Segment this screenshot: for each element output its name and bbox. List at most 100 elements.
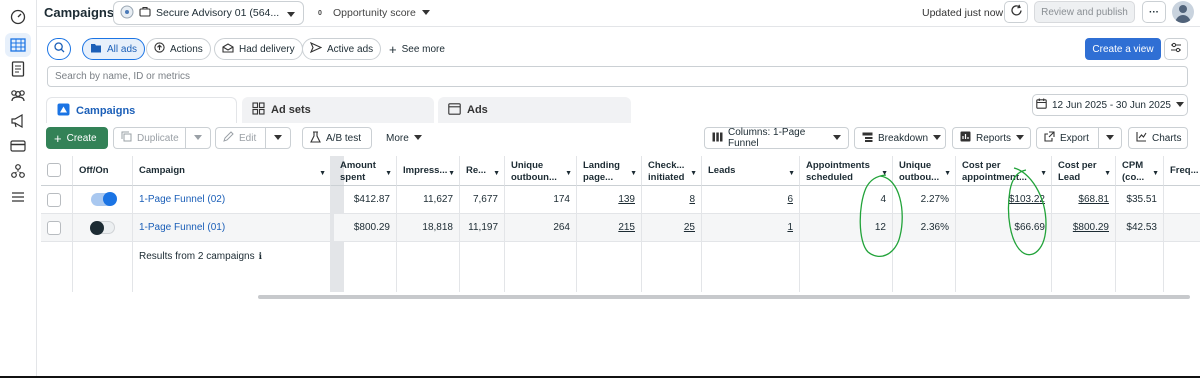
- columns-dropdown[interactable]: Columns: 1-Page Funnel: [704, 127, 849, 149]
- cpm-cell: $35.51: [1116, 186, 1164, 214]
- account-selector[interactable]: Secure Advisory 01 (564...: [113, 1, 304, 25]
- audience-icon[interactable]: [9, 86, 27, 104]
- more-menu[interactable]: More: [379, 127, 429, 149]
- summary-cell: [702, 242, 800, 292]
- row-checkbox[interactable]: [47, 192, 61, 207]
- export-dropdown[interactable]: [1098, 127, 1122, 149]
- opportunity-score-dropdown[interactable]: 0 Opportunity score: [313, 4, 430, 22]
- col-header-unique-outbound-ctr-label: Unique outbou...: [899, 160, 940, 183]
- col-header-landing-page[interactable]: Landing page... ▼: [577, 156, 642, 186]
- cost-per-appointment-cell: $66.69: [956, 214, 1052, 242]
- cost-per-appointment-link[interactable]: $103.22: [1009, 194, 1045, 205]
- checkouts-cell: 8: [642, 186, 702, 214]
- col-header-appointments[interactable]: Appointments scheduled ▼: [800, 156, 893, 186]
- see-more-filters[interactable]: + See more: [382, 38, 452, 60]
- frequency-cell: [1164, 214, 1200, 242]
- create-button[interactable]: + Create: [46, 127, 108, 149]
- summary-cell: [1052, 242, 1116, 292]
- chevron-down-icon: ▼: [1104, 170, 1111, 177]
- chevron-down-icon: ▼: [690, 170, 697, 177]
- document-icon[interactable]: [9, 60, 27, 78]
- select-all-checkbox[interactable]: [47, 163, 61, 177]
- checkouts-link[interactable]: 25: [684, 222, 695, 233]
- edit-dropdown[interactable]: [265, 127, 291, 149]
- campaign-toggle-off[interactable]: [89, 221, 115, 235]
- info-icon[interactable]: ℹ: [259, 251, 262, 262]
- tab-ads[interactable]: Ads: [438, 97, 631, 123]
- charts-button[interactable]: Charts: [1128, 127, 1188, 149]
- row-checkbox[interactable]: [47, 220, 61, 235]
- columns-label: Columns: 1-Page Funnel: [728, 127, 806, 149]
- cost-per-lead-link[interactable]: $800.29: [1073, 222, 1109, 233]
- leads-link[interactable]: 1: [787, 222, 793, 233]
- landing-page-link[interactable]: 139: [618, 194, 635, 205]
- create-label: Create: [66, 132, 97, 144]
- duplicate-button[interactable]: Duplicate: [113, 127, 185, 149]
- tab-ad-sets[interactable]: Ad sets: [242, 97, 434, 123]
- horizontal-scrollbar[interactable]: [258, 295, 1190, 299]
- col-header-offon[interactable]: Off/On: [73, 156, 133, 186]
- hamburger-menu-icon[interactable]: [9, 188, 27, 206]
- summary-spacer: [41, 242, 73, 292]
- folder-icon: [90, 43, 102, 56]
- breakdown-dropdown[interactable]: Breakdown: [854, 127, 946, 149]
- col-header-cost-per-appointment[interactable]: Cost per appointment... ▼: [956, 156, 1052, 186]
- col-header-amount-spent[interactable]: Amount spent ▼: [334, 156, 397, 186]
- col-header-campaign[interactable]: Campaign ▼: [133, 156, 331, 186]
- megaphone-icon[interactable]: [9, 112, 27, 130]
- col-header-reach[interactable]: Re... ▼: [460, 156, 505, 186]
- col-header-impressions[interactable]: Impress... ▼: [397, 156, 460, 186]
- account-name: Secure Advisory 01 (564...: [156, 7, 280, 19]
- breakdown-icon: [862, 132, 873, 145]
- date-range-picker[interactable]: 12 Jun 2025 - 30 Jun 2025: [1032, 94, 1188, 116]
- table-icon[interactable]: [5, 33, 31, 57]
- leads-link[interactable]: 6: [787, 194, 793, 205]
- duplicate-dropdown[interactable]: [185, 127, 211, 149]
- filter-actions[interactable]: Actions: [146, 38, 211, 60]
- create-view-button[interactable]: Create a view: [1085, 38, 1161, 60]
- billing-card-icon[interactable]: [9, 137, 27, 155]
- col-header-unique-outbound-ctr[interactable]: Unique outbou... ▼: [893, 156, 956, 186]
- col-header-unique-outbound[interactable]: Unique outboun... ▼: [505, 156, 577, 186]
- chevron-down-icon: ▼: [565, 170, 572, 177]
- chevron-down-icon: ▼: [385, 170, 392, 177]
- filter-had-delivery[interactable]: Had delivery: [214, 38, 303, 60]
- export-button[interactable]: Export: [1036, 127, 1098, 149]
- cost-per-lead-link[interactable]: $68.81: [1078, 194, 1109, 205]
- reports-icon: [960, 131, 971, 145]
- search-toggle-button[interactable]: [47, 38, 71, 60]
- row-select-cell: [41, 214, 73, 242]
- campaign-name-link[interactable]: 1-Page Funnel (01): [133, 214, 331, 242]
- campaign-name-link[interactable]: 1-Page Funnel (02): [133, 186, 331, 214]
- reports-dropdown[interactable]: Reports: [952, 127, 1031, 149]
- speedometer-icon[interactable]: [9, 8, 27, 26]
- opportunity-score-label: Opportunity score: [333, 7, 416, 19]
- network-icon[interactable]: [9, 162, 27, 180]
- ab-test-button[interactable]: A/B test: [302, 127, 372, 149]
- briefcase-icon: [139, 6, 151, 20]
- frequency-cell: [1164, 186, 1200, 214]
- checkouts-cell: 25: [642, 214, 702, 242]
- col-header-cost-per-lead[interactable]: Cost per Lead ▼: [1052, 156, 1116, 186]
- edit-button[interactable]: Edit: [215, 127, 265, 149]
- col-header-leads[interactable]: Leads ▼: [702, 156, 800, 186]
- checkouts-link[interactable]: 8: [689, 194, 695, 205]
- tab-campaigns[interactable]: Campaigns: [46, 97, 237, 123]
- search-input[interactable]: Search by name, ID or metrics: [47, 66, 1188, 87]
- filter-active-ads[interactable]: Active ads: [302, 38, 382, 60]
- chevron-down-icon: [1016, 133, 1025, 144]
- landing-page-link[interactable]: 215: [618, 222, 635, 233]
- campaign-toggle-on[interactable]: [90, 192, 117, 206]
- chevron-down-icon: ▼: [881, 170, 888, 177]
- refresh-button[interactable]: [1004, 1, 1028, 23]
- more-options-button[interactable]: ···: [1142, 1, 1166, 23]
- col-header-checkouts[interactable]: Check... initiated ▼: [642, 156, 702, 186]
- col-header-cpm[interactable]: CPM (co... ▼: [1116, 156, 1164, 186]
- review-and-publish-button[interactable]: Review and publish: [1034, 1, 1135, 23]
- filter-all-ads[interactable]: All ads: [82, 38, 146, 60]
- col-header-frequency[interactable]: Freq...: [1164, 156, 1200, 186]
- view-settings-button[interactable]: [1164, 38, 1188, 60]
- filter-active-ads-label: Active ads: [327, 43, 374, 55]
- avatar[interactable]: [1172, 1, 1194, 23]
- filter-all-ads-label: All ads: [107, 43, 138, 55]
